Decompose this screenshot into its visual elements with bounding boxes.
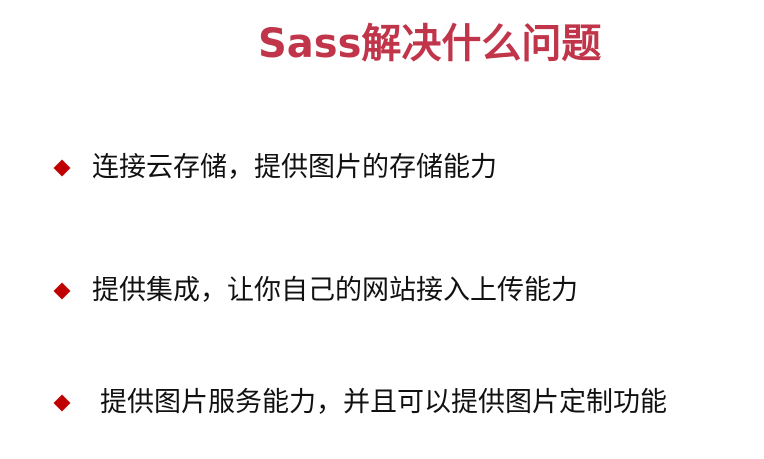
bullet-item: 提供集成，让你自己的网站接入上传能力 bbox=[54, 273, 578, 309]
slide: Sass解决什么问题 连接云存储，提供图片的存储能力 提供集成，让你自己的网站接… bbox=[0, 0, 764, 459]
diamond-bullet-icon bbox=[54, 395, 70, 411]
bullet-item: 连接云存储，提供图片的存储能力 bbox=[54, 150, 497, 186]
bullet-text: 提供图片服务能力，并且可以提供图片定制功能 bbox=[100, 387, 667, 418]
slide-title: Sass解决什么问题 bbox=[258, 21, 602, 67]
diamond-bullet-icon bbox=[54, 283, 70, 299]
bullet-text: 提供集成，让你自己的网站接入上传能力 bbox=[92, 275, 578, 306]
bullet-text: 连接云存储，提供图片的存储能力 bbox=[92, 152, 497, 183]
diamond-bullet-icon bbox=[54, 160, 70, 176]
bullet-item: 提供图片服务能力，并且可以提供图片定制功能 bbox=[54, 385, 667, 421]
